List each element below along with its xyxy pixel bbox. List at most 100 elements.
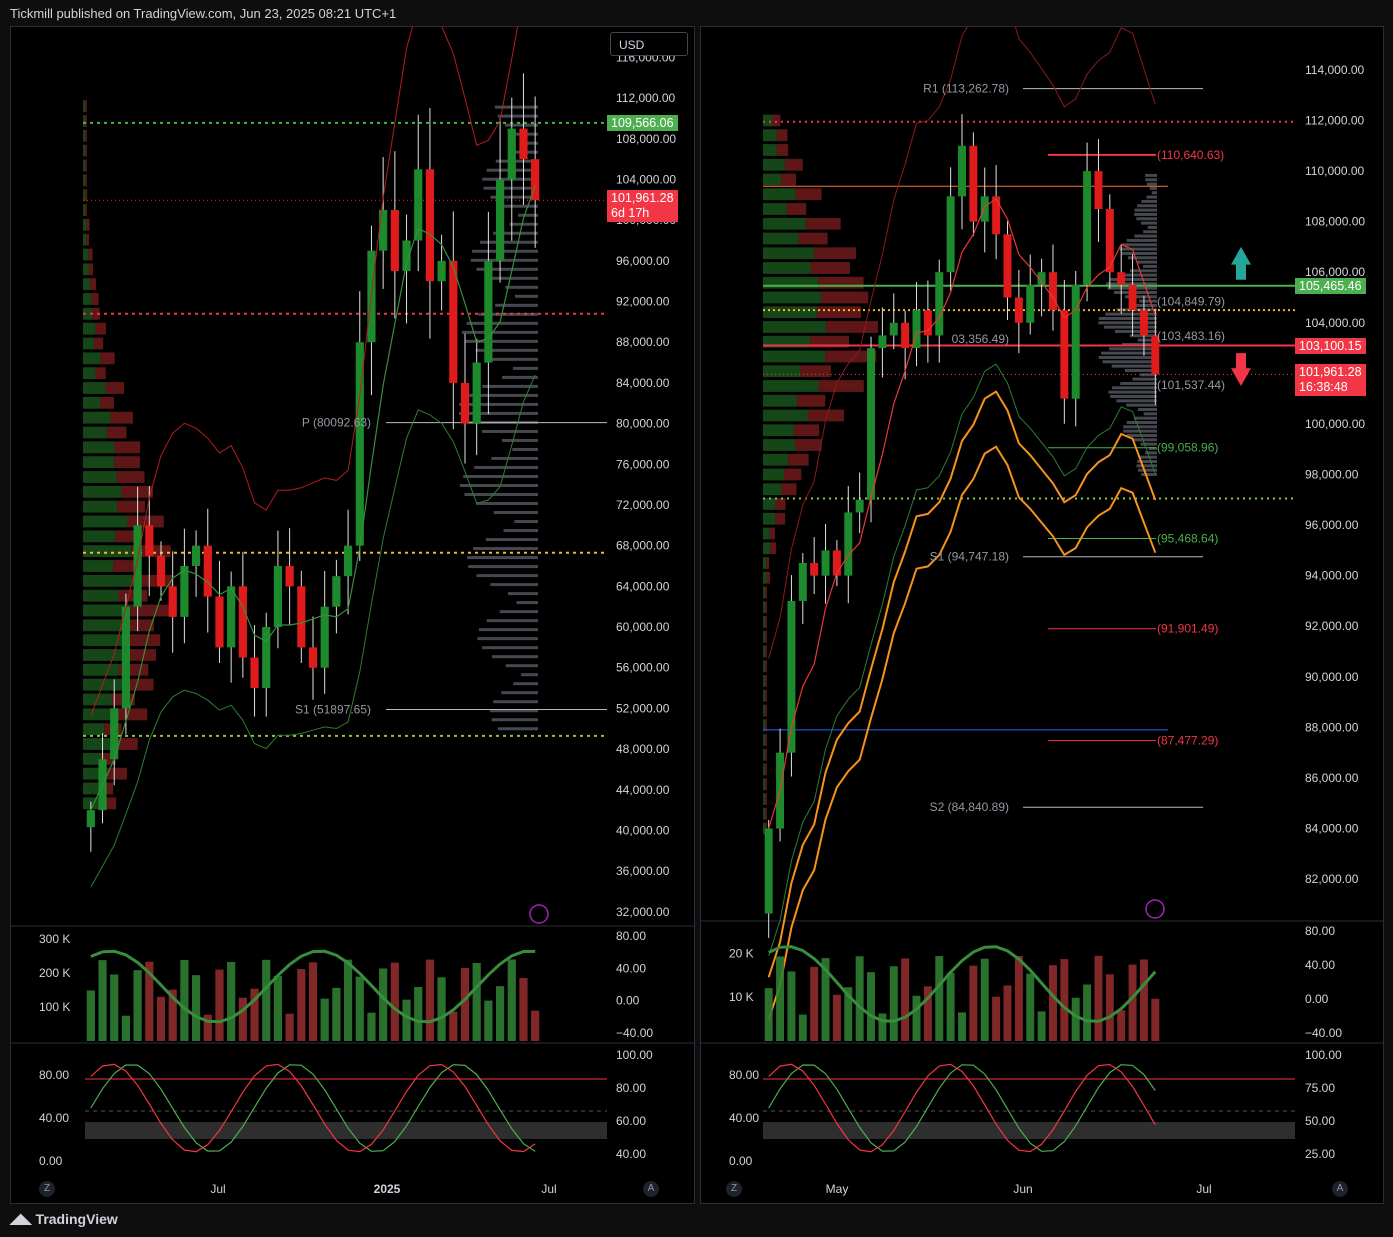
volume-profile-bar [83, 589, 119, 602]
bear-candle [1094, 171, 1103, 209]
session-profile-bar [492, 357, 538, 361]
volume-profile-bar [105, 382, 124, 394]
bull-candle [1071, 284, 1080, 399]
session-profile-bar [1104, 325, 1157, 329]
session-profile-bar [1134, 212, 1157, 216]
momentum-axis-tick: −40.00 [1305, 1026, 1342, 1040]
bull-candle [980, 196, 989, 222]
volume-profile-bar [125, 634, 161, 647]
alert-icon [1145, 899, 1165, 919]
session-profile-bar [1109, 347, 1157, 351]
volume-profile-bar [763, 512, 776, 525]
volume-profile-bar [765, 807, 767, 820]
volume-profile-bar [763, 601, 766, 614]
volume-profile-bar [765, 645, 767, 658]
volume-profile-bar [83, 218, 87, 231]
volume-profile-bar [83, 441, 115, 454]
session-profile-bar [1132, 438, 1157, 442]
volume-profile-bar [781, 483, 797, 496]
price-axis-tick: 112,000.00 [1305, 114, 1364, 128]
volume-profile-bar [763, 114, 773, 127]
volume-profile-bar [85, 100, 87, 113]
right-chart-panel[interactable]: 114,000.00 112,000.00 110,000.00 108,000.00… [700, 26, 1384, 1204]
left-chart-panel[interactable]: 116,000.00 112,000.00 108,000.00 104,000.00… [10, 26, 695, 1204]
volume-bar [764, 988, 773, 1041]
session-profile-bar [1143, 412, 1157, 416]
volume-profile-bar [763, 232, 799, 245]
volume-bar [1048, 965, 1057, 1041]
bull-candle [935, 272, 944, 336]
auto-scale-button[interactable]: A [643, 1181, 659, 1197]
session-profile-bar [1098, 355, 1157, 359]
volume-profile-bar [83, 382, 106, 394]
volume-profile-bar [86, 218, 90, 231]
volume-bar [215, 969, 224, 1041]
price-axis-tick: 68,000.00 [616, 539, 670, 553]
volume-axis-tick: 200 K [39, 966, 70, 980]
volume-profile-bar [765, 734, 767, 746]
session-profile-bar [1126, 420, 1157, 424]
session-profile-bar [1120, 381, 1157, 385]
pivot-label: (104,849.79) [1157, 294, 1225, 308]
volume-bar [472, 962, 481, 1041]
tradingview-footer[interactable]: ◢◣ TradingView [10, 1210, 118, 1227]
right-chart-svg[interactable]: 114,000.00 112,000.00 110,000.00 108,000.00… [701, 27, 1383, 1203]
oscillator-right-tick: 60.00 [616, 1114, 646, 1128]
price-axis-tick: 48,000.00 [616, 742, 670, 756]
volume-profile-bar [826, 321, 879, 333]
volume-profile-bar [83, 337, 95, 350]
zoom-reset-button[interactable]: Z [726, 1181, 742, 1197]
session-profile-bar [473, 547, 538, 551]
volume-profile-bar [798, 232, 828, 245]
bear-candle [145, 525, 154, 556]
volume-profile-bar [810, 262, 850, 274]
oscillator-right-tick: 40.00 [616, 1147, 646, 1161]
session-profile-bar [459, 484, 538, 488]
session-profile-bar [1146, 195, 1157, 199]
zoom-reset-button[interactable]: Z [39, 1181, 55, 1197]
volume-profile-bar [83, 752, 102, 765]
bear-candle [969, 145, 978, 222]
volume-bar [227, 962, 236, 1041]
bear-candle [1117, 272, 1126, 285]
session-profile-bar [486, 619, 538, 623]
session-profile-bar [1108, 390, 1157, 394]
session-profile-bar [1145, 178, 1157, 182]
volume-profile-bar [763, 645, 766, 658]
bull-candle [507, 128, 516, 180]
volume-profile-bar [763, 719, 766, 732]
session-profile-bar [1134, 208, 1157, 212]
session-profile-bar [1126, 238, 1157, 242]
left-chart-svg[interactable]: 116,000.00112,000.00108,000.00104,000.00… [11, 27, 694, 1203]
bull-candle [958, 145, 966, 197]
session-profile-bar [497, 114, 538, 118]
bear-candle [901, 322, 910, 349]
session-profile-bar [502, 375, 538, 379]
bear-candle [1128, 284, 1137, 311]
volume-profile-bar [118, 589, 148, 602]
session-profile-bar [492, 655, 538, 659]
volume-profile-bar [763, 350, 826, 363]
volume-profile-bar [772, 114, 781, 127]
session-profile-bar [514, 294, 538, 298]
bear-candle [810, 563, 819, 576]
volume-bar [86, 990, 95, 1041]
bear-candle [1014, 297, 1023, 323]
session-profile-bar [491, 456, 538, 460]
volume-profile-bar [118, 708, 148, 721]
oscillator-band [763, 1122, 1295, 1139]
volume-profile-bar [763, 468, 785, 481]
volume-profile-bar [95, 322, 106, 335]
bear-candle [215, 596, 224, 648]
up-arrow-icon [1231, 246, 1251, 280]
session-profile-bar [501, 438, 538, 442]
volume-profile-bar [763, 217, 806, 230]
session-profile-bar [1140, 221, 1157, 225]
volume-profile-bar [83, 159, 86, 172]
auto-scale-button[interactable]: A [1332, 1181, 1348, 1197]
volume-profile-bar [763, 675, 766, 687]
volume-profile-bar [83, 426, 107, 439]
currency-button[interactable]: USD [610, 32, 688, 56]
momentum-axis-tick: 80.00 [616, 929, 646, 943]
volume-profile-bar [763, 439, 796, 451]
